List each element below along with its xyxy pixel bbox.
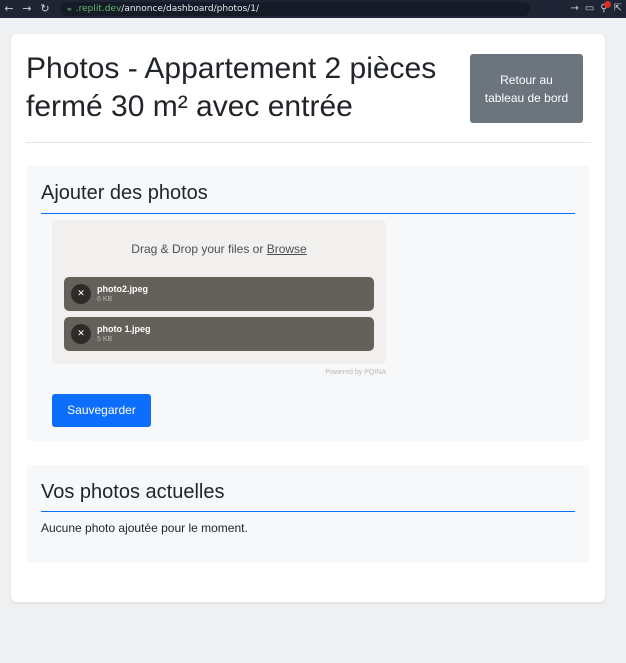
file-name: photo 1.jpeg [97,324,151,334]
back-to-dashboard-button[interactable]: Retour au tableau de bord [470,54,583,123]
section-rule [41,213,575,214]
extension-icon[interactable]: ⚲ [600,0,611,18]
file-dropzone[interactable]: Drag & Drop your files or Browse ✕ photo… [52,220,386,364]
arrow-right-icon[interactable]: → [570,0,578,18]
upload-section: Ajouter des photos Drag & Drop your file… [26,166,590,441]
file-size: 5 KB [97,336,113,343]
current-photos-title: Vos photos actuelles [41,481,225,503]
drop-text: Drag & Drop your files or [131,242,264,256]
file-size: 6 KB [97,296,113,303]
reload-icon[interactable]: ↻ [36,0,54,18]
page-title: Photos - Appartement 2 pièces fermé 30 m… [26,52,437,123]
url-path: /annonce/dashboard/photos/1/ [121,4,260,14]
close-icon[interactable]: ✕ [71,284,91,304]
drop-label: Drag & Drop your files or Browse [52,242,386,256]
browse-link[interactable]: Browse [267,242,307,256]
current-photos-section: Vos photos actuelles Aucune photo ajouté… [26,465,590,563]
arrow-right-icon[interactable]: → [18,0,36,18]
save-button[interactable]: Sauvegarder [52,394,151,427]
powered-by-credit[interactable]: Powered by PQINA [52,369,386,376]
url-host: .replit.dev [75,4,122,14]
arrow-left-icon[interactable]: ← [0,0,18,18]
close-icon[interactable]: ✕ [71,324,91,344]
main-card: Photos - Appartement 2 pièces fermé 30 m… [11,34,605,602]
open-external-icon[interactable]: ⇱ [614,0,622,18]
section-rule [41,511,575,512]
empty-state-message: Aucune photo ajoutée pour le moment. [41,521,248,535]
file-name: photo2.jpeg [97,284,148,294]
header-divider [26,142,591,143]
browser-toolbar: ← → ↻ ⚭ .replit.dev /annonce/dashboard/p… [0,0,626,18]
browser-actions: → ▭ ⚲ ⇱ [570,0,622,18]
upload-section-title: Ajouter des photos [41,182,208,204]
address-bar[interactable]: ⚭ .replit.dev /annonce/dashboard/photos/… [60,2,530,16]
file-item: ✕ photo 1.jpeg 5 KB [64,317,374,351]
notification-dot [603,1,611,8]
monitor-icon[interactable]: ▭ [585,0,594,18]
site-info-icon[interactable]: ⚭ [66,5,73,14]
file-item: ✕ photo2.jpeg 6 KB [64,277,374,311]
